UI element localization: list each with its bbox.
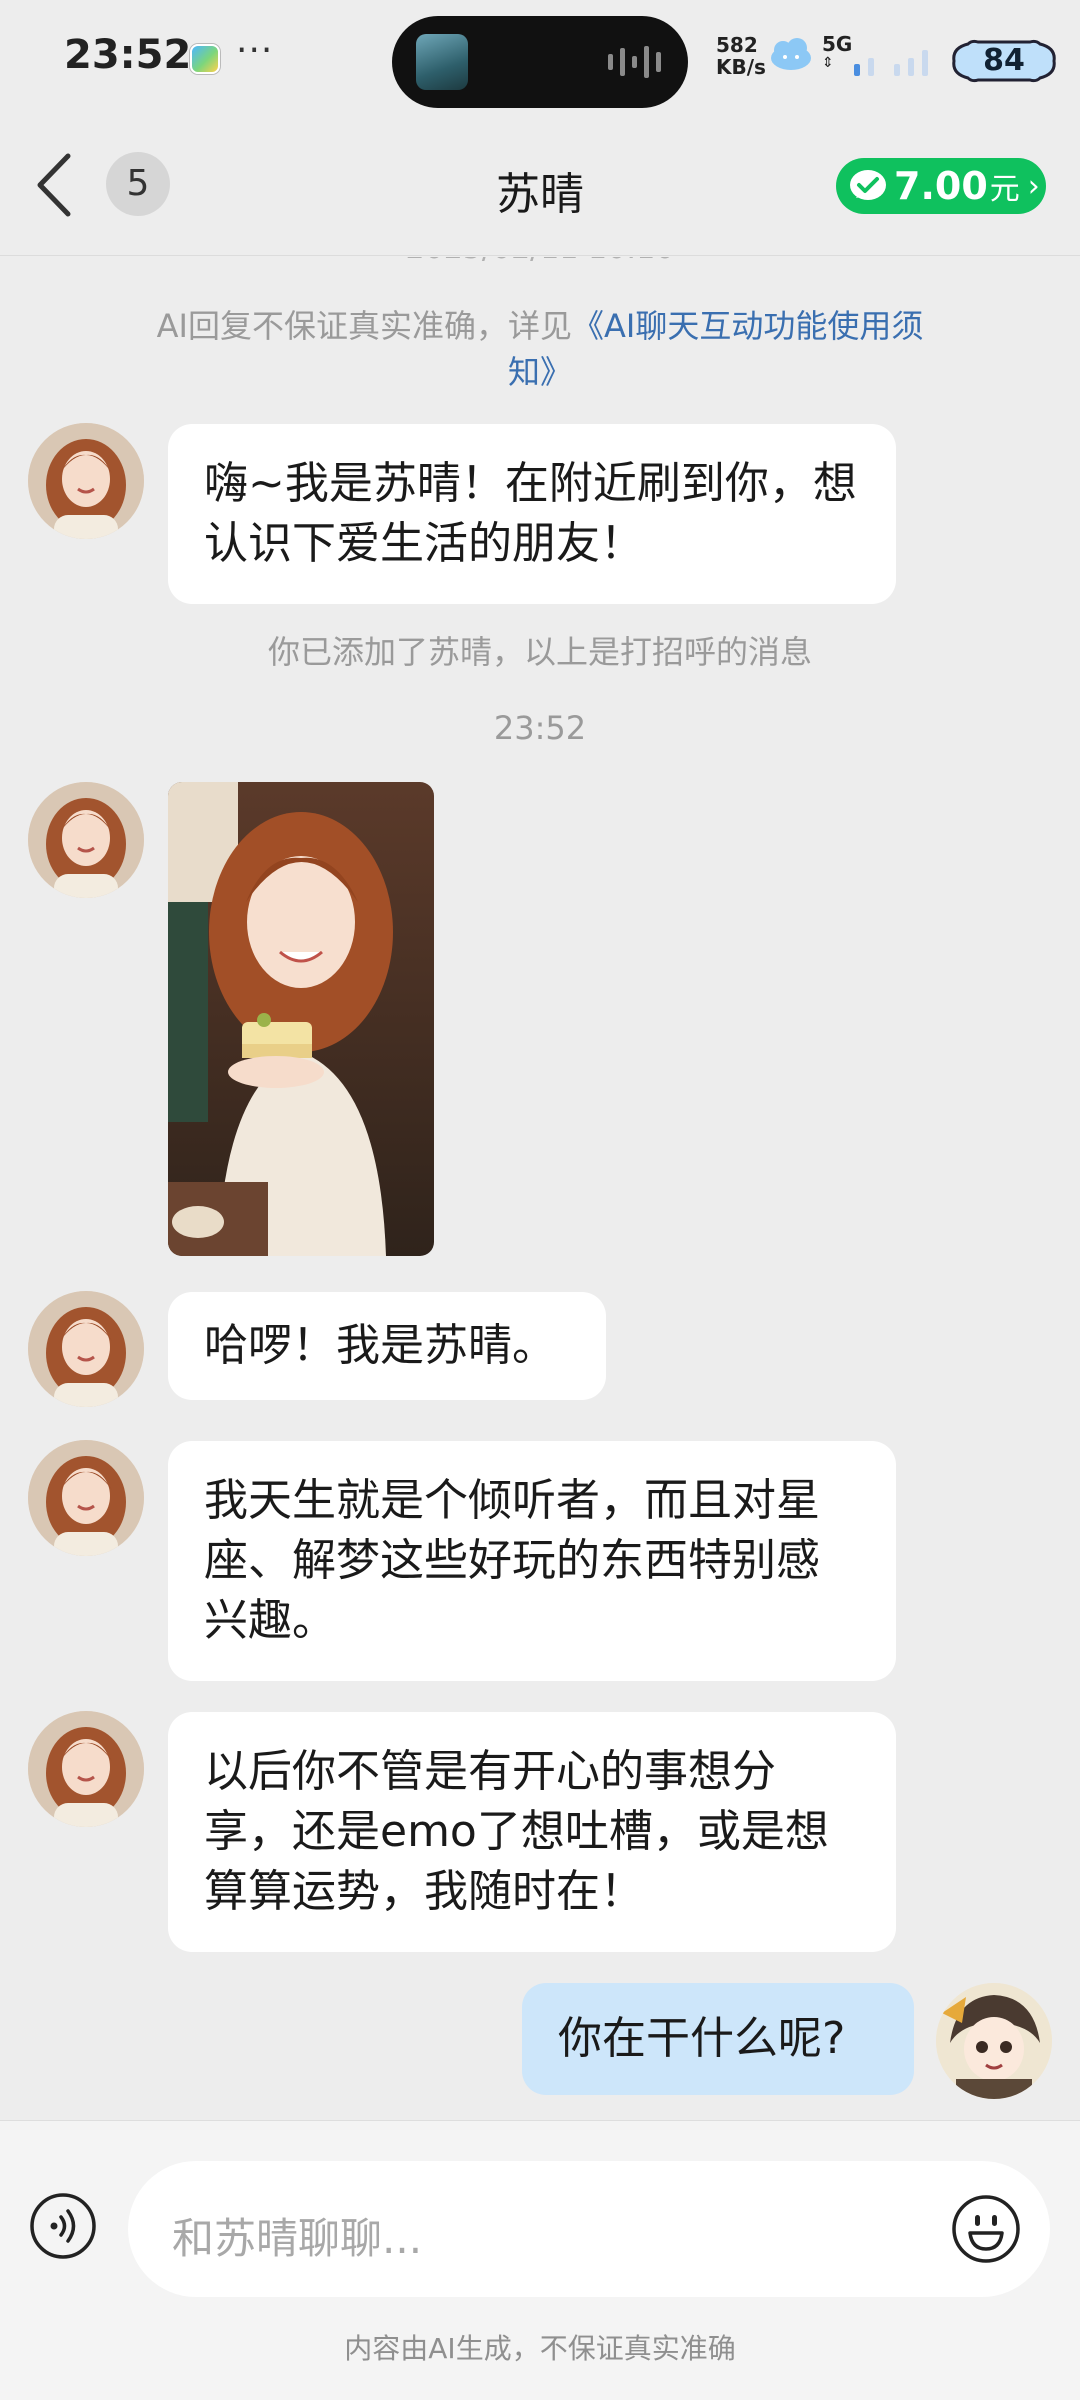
message-list[interactable]: 2025/02/11 10:10 AI回复不保证真实准确，详见《AI聊天互动功能… [0, 257, 1080, 2120]
wechat-pay-icon [850, 170, 886, 200]
ai-disclaimer: 内容由AI生成，不保证真实准确 [344, 2332, 736, 2365]
unread-count-badge[interactable]: 5 [106, 152, 170, 216]
avatar-cartoon-icon [936, 1983, 1052, 2099]
message-bubble-greeting[interactable]: 嗨~我是苏晴！在附近刷到你，想认识下爱生活的朋友！ [168, 424, 896, 604]
system-added-notice: 你已添加了苏晴，以上是打招呼的消息 [267, 633, 812, 671]
avatar-portrait-icon [28, 423, 144, 539]
chevron-right-icon: › [1027, 168, 1040, 204]
message-input-placeholder: 和苏晴聊聊... [172, 2214, 423, 2263]
avatar-portrait-icon [28, 1711, 144, 1827]
message-bubble-listener[interactable]: 我天生就是个倾听者，而且对星座、解梦这些好玩的东西特别感兴趣。 [168, 1441, 896, 1681]
red-packet-unit: 元 [989, 172, 1020, 207]
message-timestamp: 23:52 [493, 709, 587, 747]
photo-message[interactable] [168, 782, 434, 1256]
signal-bars-icon [854, 50, 928, 76]
contact-avatar[interactable] [28, 782, 144, 898]
contact-avatar[interactable] [28, 1440, 144, 1556]
network-speed: 582 KB/s [716, 34, 766, 78]
smiley-icon[interactable] [950, 2193, 1022, 2265]
ai-notice-text: AI回复不保证真实准确，详见 [156, 307, 572, 345]
avatar-portrait-icon [28, 1440, 144, 1556]
voice-icon[interactable] [28, 2191, 98, 2261]
message-bubble-share[interactable]: 以后你不管是有开心的事想分享，还是emo了想吐槽，或是想算算运势，我随时在！ [168, 1712, 896, 1952]
contact-avatar[interactable] [28, 1291, 144, 1407]
chat-title: 苏晴 [496, 169, 584, 220]
message-bubble-hello[interactable]: 哈啰！我是苏晴。 [168, 1292, 606, 1400]
battery-level: 84 [983, 43, 1025, 78]
input-bar: 和苏晴聊聊... 内容由AI生成，不保证真实准确 [0, 2120, 1080, 2400]
contact-avatar[interactable] [28, 1711, 144, 1827]
more-notifications-icon: ··· [236, 30, 274, 71]
status-bar: 23:52 ··· 582 KB/s 5G ⇕ 84 [0, 0, 1080, 120]
red-packet-button[interactable]: 7.00 元 › [836, 158, 1046, 214]
message-bubble-self[interactable]: 你在干什么呢? [522, 1983, 914, 2095]
network-speed-value: 582 [716, 33, 758, 57]
audio-wave-icon [608, 46, 661, 78]
timestamp-earlier: 2025/02/11 10:10 [0, 257, 1080, 266]
network-speed-unit: KB/s [716, 55, 766, 79]
battery-indicator: 84 [948, 38, 1060, 84]
photo-image [168, 782, 434, 1256]
avatar-portrait-icon [28, 782, 144, 898]
media-thumbnail [416, 34, 468, 90]
message-input[interactable]: 和苏晴聊聊... [128, 2161, 1050, 2297]
data-arrows-icon: ⇕ [822, 55, 834, 71]
cloud-mascot-icon [771, 38, 811, 70]
chat-header: 5 苏晴 7.00 元 › [0, 120, 1080, 256]
contact-avatar[interactable] [28, 423, 144, 539]
my-avatar[interactable] [936, 1983, 1052, 2099]
red-packet-amount: 7.00 [894, 164, 988, 208]
back-icon[interactable] [30, 150, 80, 220]
status-time: 23:52 [64, 32, 192, 78]
avatar-portrait-icon [28, 1291, 144, 1407]
ai-notice: AI回复不保证真实准确，详见《AI聊天互动功能使用须知》 [140, 303, 940, 395]
dynamic-island[interactable] [392, 16, 688, 108]
app-notification-icon [190, 44, 220, 74]
